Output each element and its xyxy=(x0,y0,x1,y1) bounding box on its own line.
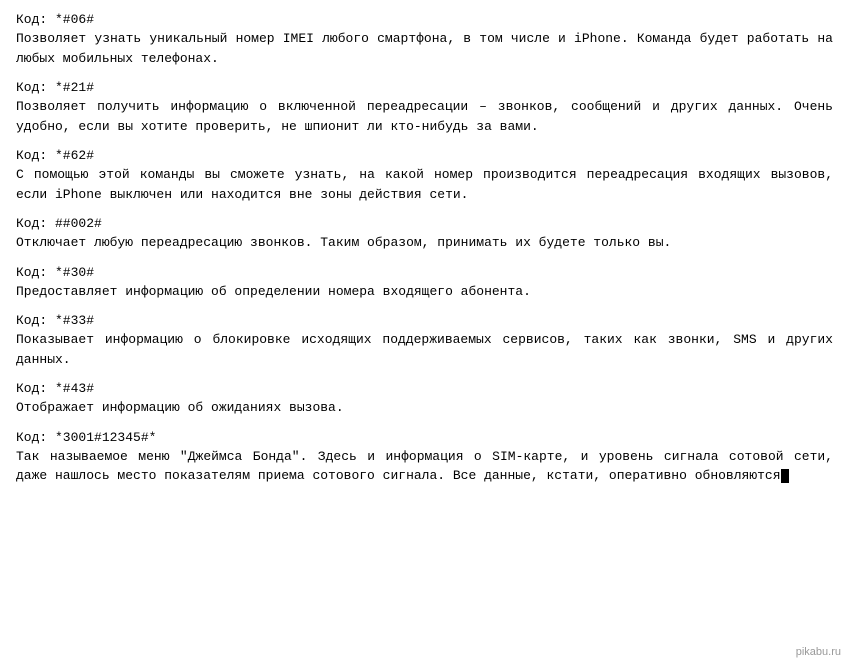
code-label: Код: *#33# xyxy=(16,313,833,328)
code-label: Код: *3001#12345#* xyxy=(16,430,833,445)
content-block: Код: *#30# Предоставляет информацию об оп… xyxy=(16,265,833,302)
code-label: Код: *#21# xyxy=(16,80,833,95)
code-description: Предоставляет информацию об определении … xyxy=(16,282,833,302)
main-content: Код: *#06# Позволяет узнать уникальный но… xyxy=(16,12,833,486)
content-block: Код: *#62# С помощью этой команды вы смож… xyxy=(16,148,833,204)
code-description: Позволяет узнать уникальный номер IMEI л… xyxy=(16,29,833,68)
code-description: Так называемое меню "Джеймса Бонда". Зде… xyxy=(16,447,833,486)
content-block: Код: *3001#12345#* Так называемое меню "Д… xyxy=(16,430,833,486)
text-cursor xyxy=(781,469,789,483)
code-description: Показывает информацию о блокировке исход… xyxy=(16,330,833,369)
content-block: Код: *#33# Показывает информацию о блокир… xyxy=(16,313,833,369)
code-description: Отключает любую переадресацию звонков. Т… xyxy=(16,233,833,253)
code-label: Код: *#30# xyxy=(16,265,833,280)
code-description: Позволяет получить информацию о включенн… xyxy=(16,97,833,136)
watermark: pikabu.ru xyxy=(796,646,841,658)
code-label: Код: *#43# xyxy=(16,381,833,396)
content-block: Код: *#21# Позволяет получить информацию … xyxy=(16,80,833,136)
content-block: Код: *#06# Позволяет узнать уникальный но… xyxy=(16,12,833,68)
code-label: Код: *#06# xyxy=(16,12,833,27)
code-label: Код: *#62# xyxy=(16,148,833,163)
code-description: С помощью этой команды вы сможете узнать… xyxy=(16,165,833,204)
content-block: Код: *#43# Отображает информацию об ожида… xyxy=(16,381,833,418)
content-block: Код: ##002# Отключает любую переадресацию… xyxy=(16,216,833,253)
code-description: Отображает информацию об ожиданиях вызов… xyxy=(16,398,833,418)
code-label: Код: ##002# xyxy=(16,216,833,231)
